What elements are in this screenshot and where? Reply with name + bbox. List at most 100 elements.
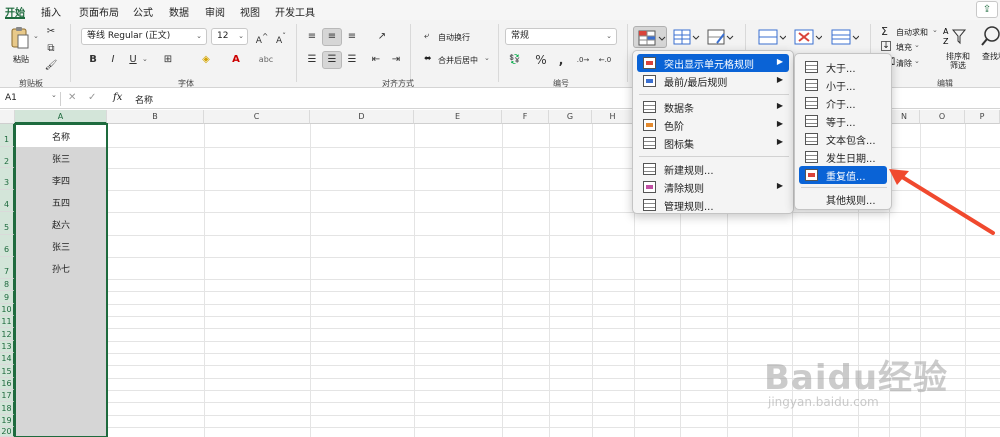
submenu-item-duplicate-values[interactable]: 重复值... — [799, 166, 887, 184]
column-header-A[interactable]: A — [15, 110, 107, 124]
font-color-icon[interactable]: A — [226, 51, 246, 69]
row-header-11[interactable]: 11 — [0, 316, 15, 328]
chevron-down-icon[interactable]: ⌄ — [142, 55, 148, 63]
row-header-18[interactable]: 18 — [0, 402, 15, 415]
submenu-item-text-contains[interactable]: 文本包含... — [799, 130, 887, 148]
row-header-3[interactable]: 3 — [0, 168, 15, 190]
phonetic-icon[interactable]: abc — [256, 51, 276, 69]
underline-button[interactable]: U — [123, 51, 143, 69]
format-as-table-icon[interactable] — [671, 27, 701, 47]
column-header-H[interactable]: H — [592, 110, 634, 124]
align-right-icon[interactable]: ☰ — [342, 51, 362, 69]
cell-A3[interactable]: 李四 — [15, 174, 107, 187]
paste-button[interactable] — [10, 26, 30, 52]
fx-icon[interactable]: fx — [113, 92, 122, 103]
column-header-P[interactable]: P — [965, 110, 1000, 124]
comma-style-icon[interactable]: , — [551, 51, 571, 69]
font-size-select[interactable]: 12 ⌄ — [211, 28, 248, 45]
column-header-B[interactable]: B — [107, 110, 204, 124]
wrap-text-icon[interactable]: ⤶ — [424, 31, 429, 41]
align-center-icon[interactable]: ☰ — [322, 51, 342, 69]
menu-item-color-scales[interactable]: 色阶 ▶ — [637, 116, 789, 134]
enter-icon[interactable]: ✓ — [88, 92, 96, 103]
menu-item-top-bottom-rules[interactable]: 最前/最后规则 ▶ — [637, 72, 789, 90]
submenu-item-more-rules[interactable]: 其他规则... — [799, 190, 887, 208]
orientation-icon[interactable]: ↗ — [372, 28, 392, 46]
tab-data[interactable]: 数据 — [169, 4, 189, 19]
insert-cells-icon[interactable] — [756, 27, 787, 47]
share-icon[interactable]: ⇪ — [976, 1, 998, 18]
menu-item-data-bars[interactable]: 数据条 ▶ — [637, 98, 789, 116]
cell-A7[interactable]: 孙七 — [15, 262, 107, 275]
row-header-4[interactable]: 4 — [0, 190, 15, 212]
increase-decimal-icon[interactable]: .0→ — [573, 51, 593, 69]
autosum-icon[interactable]: Σ — [881, 25, 888, 38]
wrap-text-button[interactable]: 自动换行 — [438, 32, 470, 43]
cell-A5[interactable]: 赵六 — [15, 218, 107, 231]
borders-icon[interactable]: ⊞ — [158, 51, 178, 69]
chevron-down-icon[interactable]: ⌄ — [51, 91, 57, 99]
cell-A2[interactable]: 张三 — [15, 152, 107, 165]
column-header-O[interactable]: O — [920, 110, 965, 124]
row-header-16[interactable]: 16 — [0, 378, 15, 390]
merge-center-button[interactable]: 合并后居中 — [438, 55, 478, 66]
column-header-E[interactable]: E — [414, 110, 502, 124]
align-top-icon[interactable]: ≡ — [302, 28, 322, 46]
column-header-F[interactable]: F — [502, 110, 549, 124]
row-header-20[interactable]: 20 — [0, 427, 15, 437]
cancel-icon[interactable]: ✕ — [68, 92, 76, 103]
format-painter-icon[interactable]: 🖌 — [41, 57, 61, 75]
column-header-C[interactable]: C — [204, 110, 310, 124]
align-bottom-icon[interactable]: ≡ — [342, 28, 362, 46]
increase-indent-icon[interactable]: ⇥ — [386, 51, 406, 69]
tab-review[interactable]: 审阅 — [205, 4, 225, 19]
chevron-down-icon[interactable]: ⌄ — [932, 26, 938, 34]
copy-icon[interactable]: ⧉ — [41, 40, 61, 58]
row-header-10[interactable]: 10 — [0, 304, 15, 316]
clear-button[interactable]: 清除 — [896, 58, 912, 69]
submenu-item-less-than[interactable]: 小于... — [799, 76, 887, 94]
tab-developer[interactable]: 开发工具 — [275, 4, 315, 19]
menu-item-icon-sets[interactable]: 图标集 ▶ — [637, 134, 789, 152]
name-box[interactable]: A1 — [5, 93, 17, 103]
decrease-indent-icon[interactable]: ⇤ — [366, 51, 386, 69]
chevron-down-icon[interactable]: ⌄ — [914, 57, 920, 65]
autosum-button[interactable]: 自动求和 — [896, 27, 928, 38]
submenu-item-equal-to[interactable]: 等于... — [799, 112, 887, 130]
cell-A6[interactable]: 张三 — [15, 240, 107, 253]
menu-item-new-rule[interactable]: 新建规则... — [637, 160, 789, 178]
number-format-select[interactable]: 常规 ⌄ — [505, 28, 617, 45]
submenu-item-between[interactable]: 介于... — [799, 94, 887, 112]
chevron-down-icon[interactable]: ⌄ — [484, 54, 490, 62]
sort-filter-button[interactable]: 排序和筛选 — [945, 52, 971, 70]
tab-view[interactable]: 视图 — [240, 4, 260, 19]
tab-page-layout[interactable]: 页面布局 — [79, 4, 119, 19]
fill-button[interactable]: 填充 — [896, 42, 912, 53]
column-header-D[interactable]: D — [310, 110, 414, 124]
column-header-N[interactable]: N — [889, 110, 920, 124]
cell-A1[interactable]: 名称 — [15, 130, 107, 143]
fill-color-icon[interactable]: ◈ — [196, 51, 216, 69]
italic-button[interactable]: I — [103, 51, 123, 69]
format-cells-icon[interactable] — [829, 27, 860, 47]
row-header-9[interactable]: 9 — [0, 291, 15, 304]
menu-item-clear-rules[interactable]: 清除规则 ▶ — [637, 178, 789, 196]
column-header-G[interactable]: G — [549, 110, 592, 124]
row-header-15[interactable]: 15 — [0, 365, 15, 378]
submenu-item-date-occurring[interactable]: 发生日期... — [799, 148, 887, 166]
row-header-17[interactable]: 17 — [0, 390, 15, 402]
cell-A4[interactable]: 五四 — [15, 196, 107, 209]
align-middle-icon[interactable]: ≡ — [322, 28, 342, 46]
tab-formulas[interactable]: 公式 — [133, 4, 153, 19]
currency-icon[interactable]: 💱 — [505, 51, 525, 69]
chevron-down-icon[interactable]: ⌄ — [33, 32, 39, 40]
increase-font-size-icon[interactable]: A^ — [252, 28, 272, 46]
row-header-1[interactable]: 1 — [0, 124, 15, 147]
decrease-font-size-icon[interactable]: Aˇ — [271, 28, 291, 46]
find-select-icon[interactable] — [980, 24, 1000, 48]
row-header-6[interactable]: 6 — [0, 235, 15, 257]
tab-insert[interactable]: 插入 — [41, 4, 61, 19]
conditional-formatting-button[interactable] — [633, 26, 667, 48]
sort-filter-icon[interactable]: AZ — [943, 24, 969, 48]
row-header-5[interactable]: 5 — [0, 212, 15, 235]
